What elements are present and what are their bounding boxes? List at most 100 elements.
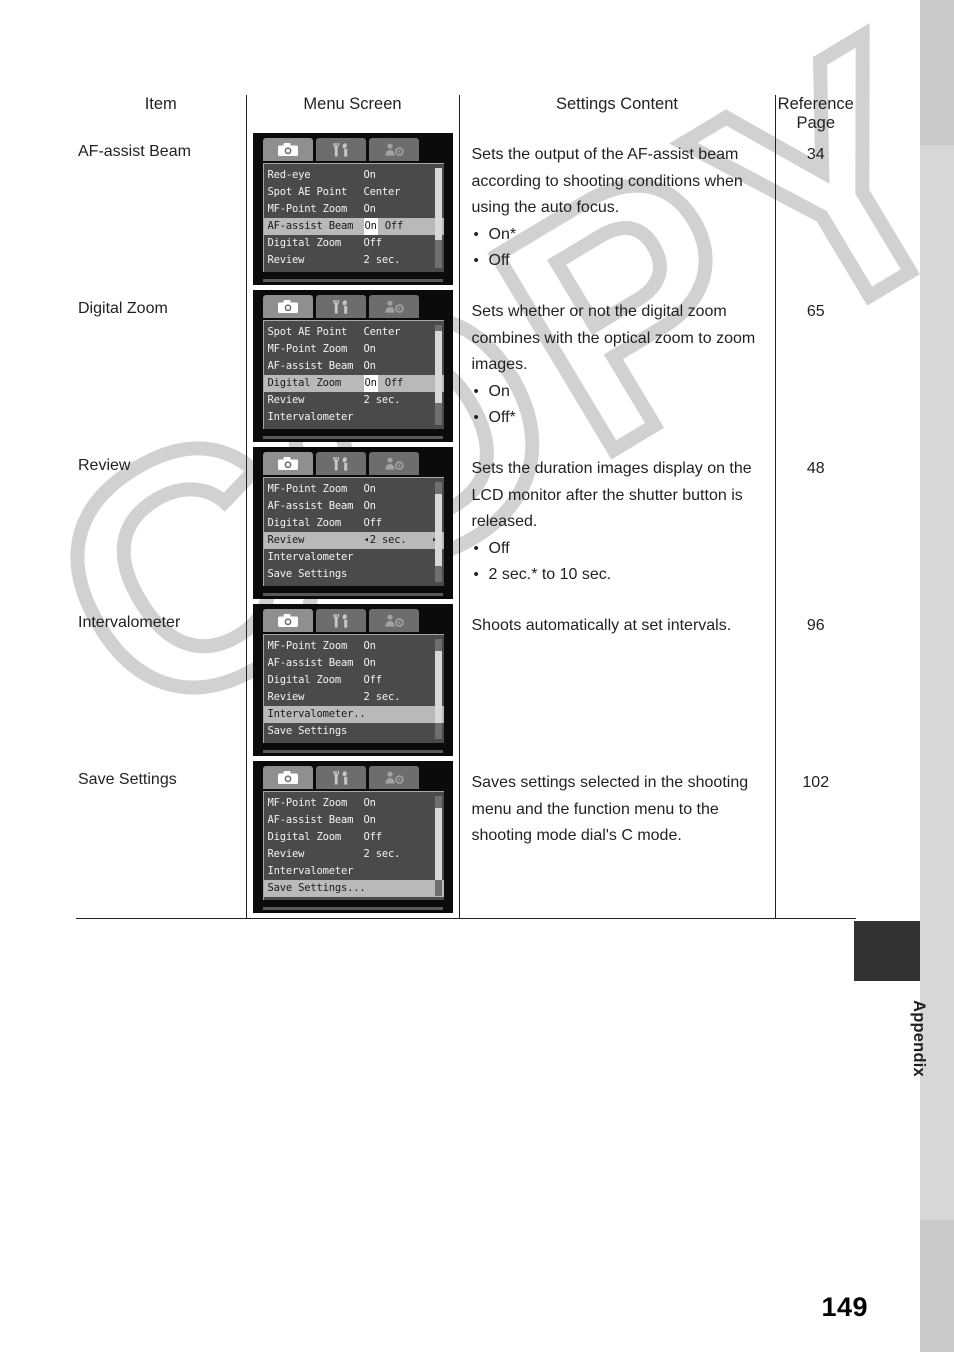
description-line: menu and the function menu to the [471,800,719,818]
cell-menu-screen: MF-Point Zoom On AF-assist Beam On Digital Z… [246,761,460,919]
camera-menu-item[interactable]: Save Settings [264,566,444,583]
camera-menu-scrollbar[interactable] [434,168,442,268]
camera-menu-item[interactable]: Review 2 sec. [264,689,444,706]
tools-icon [332,770,347,785]
camera-menu-item-label: Intervalometer... [267,708,364,720]
cell-settings-content: Sets whether or not the digital zoom comb… [459,290,776,447]
camera-menu-item[interactable]: Review◂2 sec.▸ [263,532,444,549]
header-menu-screen: Menu Screen [246,95,460,133]
camera-menu-tab-setup[interactable] [368,295,419,318]
camera-menu-tab-camera[interactable] [262,452,313,475]
camera-menu-item-label: Digital Zoom [267,674,342,686]
camera-menu-item[interactable]: Spot AE Point Center [264,324,444,341]
camera-menu-tab-camera[interactable] [262,295,313,318]
camera-menu-item-value: On [363,203,376,215]
camera-menu-tab-setup[interactable] [368,609,419,632]
cell-item: Intervalometer [76,604,247,761]
camera-menu-item[interactable]: Save Settings... [263,880,444,897]
camera-menu-item-label: Spot AE Point [267,186,348,198]
camera-menu-item[interactable]: AF-assist Beam On [264,358,444,375]
camera-menu-tab-tools[interactable] [315,138,366,161]
header-settings-content: Settings Content [459,95,776,133]
camera-menu-item-label: AF-assist Beam [267,814,354,826]
camera-menu-item[interactable]: MF-Point Zoom On [264,481,444,498]
setup-icon [384,300,404,313]
appendix-tab-text: Appendix [909,1000,928,1077]
camera-menu-tab-setup[interactable] [368,452,419,475]
camera-menu-item[interactable]: Intervalometer [264,863,444,880]
camera-menu-panel: Spot AE Point Center MF-Point Zoom On AF-ass… [262,320,444,429]
camera-menu-item[interactable]: MF-Point Zoom On [264,341,444,358]
camera-menu-item[interactable]: Intervalometer... [263,706,444,723]
camera-menu-item-value: 2 sec. [369,534,407,546]
table-row: Intervalometer MF-Point Zoom On AF-assist B… [76,604,856,761]
reference-page-number: 96 [806,617,825,634]
camera-menu-tab-camera[interactable] [262,766,313,789]
camera-menu-item[interactable]: Digital Zoom On Off [263,375,444,392]
camera-menu-tab-camera[interactable] [262,138,313,161]
cell-menu-screen: MF-Point Zoom On AF-assist Beam On Digital Z… [246,447,460,604]
camera-menu-item[interactable]: MF-Point Zoom On [264,795,444,812]
camera-menu-item-label: Review [267,394,305,406]
reference-page-number: 102 [802,774,830,791]
description-line: LCD monitor after the shutter button is [471,486,743,504]
camera-menu-item-value: On [363,343,376,355]
table-row: AF-assist Beam Red-eye On Spot AE Point Cent… [76,133,856,290]
camera-menu-item[interactable]: AF-assist Beam On [264,655,444,672]
camera-menu-item[interactable]: Digital Zoom Off [264,515,444,532]
camera-menu-item-label: Review [267,254,305,266]
cell-item: Review [76,447,247,604]
camera-menu-scrollbar[interactable] [434,325,442,425]
camera-menu-item[interactable]: Intervalometer [264,409,444,426]
camera-menu-item-label: AF-assist Beam [267,360,354,372]
camera-menu-item[interactable]: Red-eye On [264,167,444,184]
camera-menu-item-label: Review [267,534,305,546]
camera-icon [277,614,298,627]
appendix-tab-marker [854,921,920,981]
camera-menu-item[interactable]: Digital Zoom Off [264,672,444,689]
camera-menu-tab-setup[interactable] [368,766,419,789]
camera-menu-item[interactable]: AF-assist Beam On [264,498,444,515]
camera-menu-item[interactable]: Review 2 sec. [264,846,444,863]
option-list: OnOff* [472,379,763,432]
camera-menu-item-value: On [363,360,376,372]
camera-menu-tab-camera[interactable] [262,609,313,632]
camera-menu-item[interactable]: Digital Zoom Off [264,829,444,846]
camera-menu-scrollbar[interactable] [434,482,442,582]
settings-description: Sets the output of the AF-assist beam acc… [460,133,775,285]
camera-menu-tab-tools[interactable] [315,295,366,318]
table-header-row: Item Menu Screen Settings Content Refere… [76,95,856,133]
page-number: 149 [821,1292,868,1322]
camera-menu-scrollbar[interactable] [434,639,442,739]
camera-menu-scrollbar[interactable] [434,796,442,896]
option-list: Off2 sec.* to 10 sec. [472,536,763,589]
camera-menu-item-value: On [363,814,376,826]
reference-page-number: 65 [806,303,825,320]
cell-item: Digital Zoom [76,290,247,447]
camera-menu-item[interactable]: AF-assist Beam On [264,812,444,829]
cell-settings-content: Sets the output of the AF-assist beam acc… [459,133,776,290]
camera-menu-item-label: MF-Point Zoom [267,483,348,495]
camera-menu-item[interactable]: MF-Point Zoom On [264,638,444,655]
camera-menu-tab-setup[interactable] [368,138,419,161]
camera-menu-item[interactable]: Digital Zoom Off [264,235,444,252]
camera-menu-item[interactable]: Review 2 sec. [264,392,444,409]
camera-menu-item-value: On [363,640,376,652]
camera-menu-item-label: AF-assist Beam [267,500,354,512]
camera-menu-item-label: AF-assist Beam [267,220,354,232]
camera-menu-tabs [259,766,447,791]
option-item: Off [472,248,763,275]
description-line: Shoots automatically at set intervals. [471,617,732,634]
camera-menu-item[interactable]: Spot AE Point Center [264,184,444,201]
camera-menu-item[interactable]: Intervalometer [264,549,444,566]
camera-menu-item[interactable]: Review 2 sec. [264,252,444,269]
camera-menu-item[interactable]: Save Settings [264,723,444,740]
camera-menu-item-label: Intervalometer [267,865,354,877]
camera-menu-item-label: MF-Point Zoom [267,203,348,215]
camera-menu-item[interactable]: AF-assist Beam On Off [263,218,444,235]
camera-menu-tab-tools[interactable] [315,766,366,789]
camera-menu-tab-tools[interactable] [315,452,366,475]
left-arrow-icon[interactable]: ◂ [364,532,369,549]
camera-menu-item[interactable]: MF-Point Zoom On [264,201,444,218]
camera-menu-tab-tools[interactable] [315,609,366,632]
